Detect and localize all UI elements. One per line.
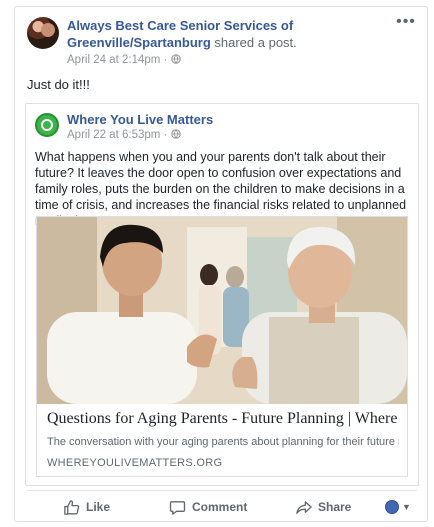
shared-author-avatar[interactable] — [35, 113, 59, 137]
post-meta: April 24 at 2:14pm · — [67, 54, 181, 66]
post-timestamp[interactable]: April 24 at 2:14pm — [67, 54, 160, 66]
thumbs-up-icon — [64, 499, 80, 515]
author-line: Always Best Care Senior Services of Gree… — [67, 17, 397, 51]
link-preview-card[interactable]: Questions for Aging Parents - Future Pla… — [36, 216, 408, 477]
comment-label: Comment — [192, 500, 248, 514]
like-label: Like — [86, 500, 111, 514]
meta-separator: · — [163, 129, 168, 141]
post-body: Just do it!!! — [27, 77, 90, 92]
post-header: Always Best Care Senior Services of Gree… — [27, 13, 417, 66]
globe-icon[interactable] — [170, 54, 181, 64]
more-options-icon[interactable]: ••• — [395, 13, 417, 31]
shared-a-post-text: shared a post. — [214, 35, 297, 50]
share-arrow-icon — [296, 500, 312, 514]
comment-button[interactable]: Comment — [169, 495, 247, 519]
photo-two-men-talking — [37, 217, 407, 404]
globe-icon[interactable] — [170, 129, 181, 139]
post-card: Always Best Care Senior Services of Gree… — [14, 6, 428, 522]
share-label: Share — [318, 500, 352, 514]
shared-post: Where You Live Matters April 22 at 6:53p… — [25, 103, 419, 486]
link-preview-image[interactable] — [37, 217, 407, 404]
link-preview-description: The conversation with your aging parents… — [47, 436, 399, 448]
author-avatar[interactable] — [27, 17, 59, 49]
reaction-selector[interactable]: ▼ — [385, 495, 411, 519]
post-actions-bar: Like Comment Share ▼ — [27, 493, 417, 521]
link-preview-title[interactable]: Questions for Aging Parents - Future Pla… — [47, 410, 409, 428]
shared-post-meta: April 22 at 6:53pm · — [67, 129, 181, 141]
comment-bubble-icon — [169, 500, 186, 515]
reaction-avatar-icon — [385, 500, 399, 514]
shared-post-timestamp[interactable]: April 22 at 6:53pm — [67, 129, 160, 141]
link-preview-domain: WHEREYOULIVEMATTERS.ORG — [47, 457, 223, 469]
meta-separator: · — [163, 54, 168, 66]
shared-author-name-link[interactable]: Where You Live Matters — [67, 112, 213, 127]
actions-divider — [27, 490, 417, 491]
chevron-down-icon: ▼ — [402, 502, 411, 512]
like-button[interactable]: Like — [63, 495, 110, 519]
share-button[interactable]: Share — [295, 495, 351, 519]
